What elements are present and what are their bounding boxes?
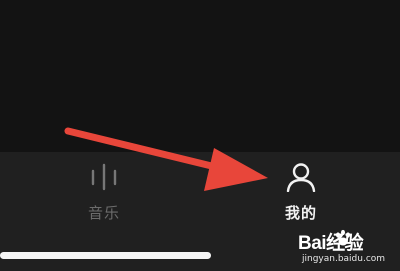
tab-music[interactable]: 音乐 [44,152,164,232]
tab-mine-label: 我的 [284,204,317,222]
user-icon [286,163,316,192]
app-screen: 音乐 我的 Bai经验 jingyan.baidu.com [0,0,400,271]
tab-music-label: 音乐 [87,204,120,222]
watermark-brand: Bai经验 [298,233,364,254]
music-bars-icon [91,163,117,191]
tab-mine[interactable]: 我的 [241,152,361,232]
content-area [0,0,400,152]
home-indicator[interactable] [0,252,211,259]
watermark-site: jingyan.baidu.com [302,254,386,264]
baidu-jingyan-watermark: Bai经验 jingyan.baidu.com [298,228,398,268]
paw-icon [336,229,350,246]
